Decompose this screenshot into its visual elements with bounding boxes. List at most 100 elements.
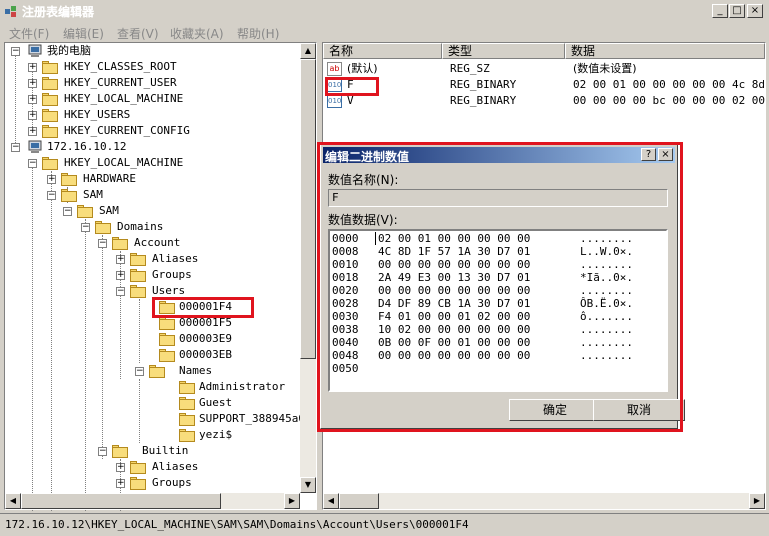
value-type: REG_BINARY xyxy=(450,78,517,91)
cancel-button[interactable]: 取消 xyxy=(593,399,685,421)
hex-bytes[interactable]: D4 DF 89 CB 1A 30 D7 01 xyxy=(378,297,530,310)
tree-label: Aliases xyxy=(152,252,199,265)
folder-icon xyxy=(61,173,77,186)
collapse-icon[interactable]: − xyxy=(135,367,144,376)
scroll-right-icon[interactable]: ▶ xyxy=(284,493,300,509)
folder-icon xyxy=(179,413,195,426)
tree-label: Domains xyxy=(117,220,164,233)
expand-icon[interactable]: + xyxy=(28,63,37,72)
minimize-button[interactable]: _ xyxy=(712,4,728,18)
folder-open-icon xyxy=(112,237,128,250)
dialog-close-button[interactable]: × xyxy=(658,148,673,161)
scroll-right-icon[interactable]: ▶ xyxy=(749,493,765,509)
hex-bytes[interactable]: 00 00 00 00 00 00 00 00 xyxy=(378,258,530,271)
menu-view[interactable]: 查看(V) xyxy=(117,25,159,42)
collapse-icon[interactable]: − xyxy=(98,447,107,456)
edit-binary-dialog[interactable]: 编辑二进制数值 ? × 数值名称(N): F 数值数据(V): 0000 02 0… xyxy=(320,144,685,429)
menu-help[interactable]: 帮助(H) xyxy=(237,25,279,42)
hex-bytes[interactable]: 10 02 00 00 00 00 00 00 xyxy=(378,323,530,336)
close-button[interactable]: × xyxy=(747,4,763,18)
collapse-icon[interactable]: − xyxy=(28,159,37,168)
collapse-icon[interactable]: − xyxy=(98,239,107,248)
tree-label: Builtin xyxy=(142,444,189,457)
hex-offset: 0050 xyxy=(332,362,359,375)
expand-icon[interactable]: + xyxy=(28,95,37,104)
hex-bytes[interactable]: 00 00 00 00 00 00 00 00 xyxy=(378,349,530,362)
value-type: REG_BINARY xyxy=(450,94,517,107)
folder-icon xyxy=(42,93,58,106)
tree-label: SAM xyxy=(99,204,119,217)
folder-icon xyxy=(179,397,195,410)
help-button[interactable]: ? xyxy=(641,148,656,161)
folder-open-icon xyxy=(61,189,77,202)
hex-bytes[interactable]: 2A 49 E3 00 13 30 D7 01 xyxy=(378,271,530,284)
list-row[interactable]: 010 F REG_BINARY 02 00 01 00 00 00 00 00… xyxy=(327,77,769,93)
window-title: 注册表编辑器 xyxy=(22,5,95,19)
tree-label: HKEY_USERS xyxy=(64,108,131,121)
collapse-icon[interactable]: − xyxy=(81,223,90,232)
hex-bytes[interactable]: F4 01 00 00 01 02 00 00 xyxy=(378,310,530,323)
menu-edit[interactable]: 编辑(E) xyxy=(63,25,104,42)
maximize-button[interactable]: □ xyxy=(729,4,745,18)
registry-tree[interactable]: − 我的电脑 + HKEY_CLASSES_ROOT + HKEY_CURREN… xyxy=(4,42,317,511)
hex-offset: 0018 xyxy=(332,271,359,284)
expand-icon[interactable]: + xyxy=(28,79,37,88)
tree-label: Groups xyxy=(152,268,192,281)
column-header-data[interactable]: 数据 xyxy=(565,43,765,59)
dialog-title: 编辑二进制数值 xyxy=(325,150,410,164)
collapse-icon[interactable]: − xyxy=(63,207,72,216)
scroll-left-icon[interactable]: ◀ xyxy=(5,493,21,509)
hscroll-thumb[interactable] xyxy=(21,493,221,509)
menu-favorites[interactable]: 收藏夹(A) xyxy=(170,25,224,42)
hex-bytes[interactable]: 00 00 00 00 00 00 00 00 xyxy=(378,284,530,297)
scroll-down-icon[interactable]: ▼ xyxy=(300,477,316,493)
collapse-icon[interactable]: − xyxy=(11,47,20,56)
expand-icon[interactable]: + xyxy=(47,175,56,184)
expand-icon[interactable]: + xyxy=(116,463,125,472)
hex-bytes[interactable]: 02 00 01 00 00 00 00 00 xyxy=(378,232,530,245)
value-name-field[interactable]: F xyxy=(328,189,668,207)
list-hscroll[interactable]: ◀ ▶ xyxy=(323,493,765,509)
tree-hscroll[interactable]: ◀ ▶ xyxy=(5,493,300,509)
column-header-type[interactable]: 类型 xyxy=(442,43,565,59)
value-data: 02 00 01 00 00 00 00 00 4c 8d 1f xyxy=(573,78,769,91)
scroll-thumb[interactable] xyxy=(300,59,316,359)
folder-icon xyxy=(130,477,146,490)
folder-icon xyxy=(42,61,58,74)
folder-icon xyxy=(42,125,58,138)
scroll-left-icon[interactable]: ◀ xyxy=(323,493,339,509)
expand-icon[interactable]: + xyxy=(28,127,37,136)
collapse-icon[interactable]: − xyxy=(11,143,20,152)
title-bar[interactable]: 注册表编辑器 _ □ × xyxy=(0,0,769,22)
tree-label: Groups xyxy=(152,476,192,489)
folder-icon xyxy=(130,269,146,282)
binary-value-icon: 010 xyxy=(327,78,342,92)
hex-bytes[interactable]: 4C 8D 1F 57 1A 30 D7 01 xyxy=(378,245,530,258)
scroll-up-icon[interactable]: ▲ xyxy=(300,43,316,59)
computer-icon xyxy=(28,44,42,57)
hex-bytes[interactable]: 0B 00 0F 00 01 00 00 00 xyxy=(378,336,530,349)
menu-file[interactable]: 文件(F) xyxy=(9,25,49,42)
list-row[interactable]: ab (默认) REG_SZ (数值未设置) xyxy=(327,61,763,77)
hscroll-thumb[interactable] xyxy=(339,493,379,509)
hex-editor[interactable]: 0000 02 00 01 00 00 00 00 00........ 0008 4… xyxy=(328,229,668,392)
folder-icon xyxy=(130,461,146,474)
expand-icon[interactable]: + xyxy=(28,111,37,120)
ok-button[interactable]: 确定 xyxy=(509,399,601,421)
folder-icon xyxy=(179,381,195,394)
tree-label: Guest xyxy=(199,396,233,409)
folder-open-icon xyxy=(130,285,146,298)
tree-vscroll[interactable]: ▲ ▼ xyxy=(300,43,316,493)
collapse-icon[interactable]: − xyxy=(47,191,56,200)
expand-icon[interactable]: + xyxy=(116,255,125,264)
collapse-icon[interactable]: − xyxy=(116,287,125,296)
expand-icon[interactable]: + xyxy=(116,271,125,280)
dialog-title-bar[interactable]: 编辑二进制数值 ? × xyxy=(323,147,675,164)
tree-label: Administrator xyxy=(199,380,286,393)
expand-icon[interactable]: + xyxy=(116,479,125,488)
folder-icon xyxy=(159,333,175,346)
value-data: (数值未设置) xyxy=(573,62,637,75)
list-row[interactable]: 010 V REG_BINARY 00 00 00 00 bc 00 00 00… xyxy=(327,93,769,109)
folder-open-icon xyxy=(149,365,165,378)
column-header-name[interactable]: 名称 xyxy=(323,43,442,59)
